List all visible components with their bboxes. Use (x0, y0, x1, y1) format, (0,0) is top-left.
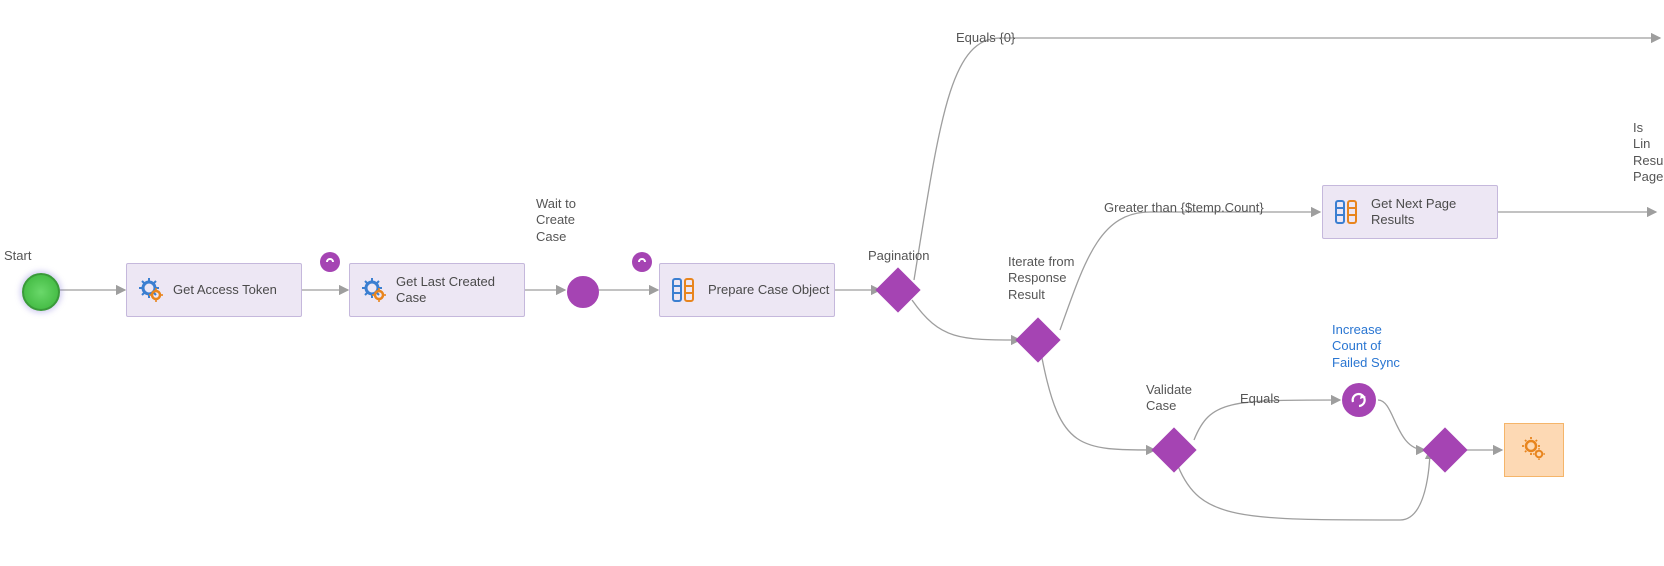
task-get-next-page-results[interactable]: Get Next Page Results (1322, 185, 1498, 239)
validate-label: Validate Case (1146, 382, 1192, 415)
gateway-pagination[interactable] (882, 274, 914, 306)
task-get-access-token[interactable]: Get Access Token (126, 263, 302, 317)
task-orange-action[interactable] (1504, 423, 1564, 477)
edge-label-greater-than: Greater than {$temp.Count} (1104, 200, 1264, 216)
task-label: Prepare Case Object (708, 282, 829, 298)
link-marker-icon (320, 252, 340, 272)
start-label: Start (4, 248, 31, 264)
db-columns-icon (1333, 198, 1363, 226)
gateway-merge[interactable] (1429, 434, 1461, 466)
iterate-label: Iterate from Response Result (1008, 254, 1074, 303)
task-get-last-created-case[interactable]: Get Last Created Case (349, 263, 525, 317)
edge-label-equals: Equals (1240, 391, 1280, 407)
wait-event[interactable] (567, 276, 599, 308)
start-event[interactable] (22, 273, 60, 311)
task-label: Get Last Created Case (396, 274, 524, 307)
task-label: Get Next Page Results (1371, 196, 1497, 229)
task-prepare-case-object[interactable]: Prepare Case Object (659, 263, 835, 317)
gateway-iterate[interactable] (1022, 324, 1054, 356)
link-marker-icon (632, 252, 652, 272)
link-event-increase-count[interactable] (1342, 383, 1376, 417)
cutoff-label: Is Lin Resu Page (1633, 120, 1664, 185)
edge-label-equals-zero: Equals {0} (956, 30, 1015, 46)
task-label: Get Access Token (173, 282, 277, 298)
gear-icon (1520, 435, 1548, 466)
gear-icon (137, 276, 165, 304)
wait-label: Wait to Create Case (536, 196, 576, 245)
pagination-label: Pagination (868, 248, 929, 264)
db-columns-icon (670, 276, 700, 304)
gear-icon (360, 276, 388, 304)
gateway-validate-case[interactable] (1158, 434, 1190, 466)
increase-count-label: Increase Count of Failed Sync (1332, 322, 1400, 371)
workflow-canvas[interactable]: { "labels": { "start": "Start", "getAcce… (0, 0, 1664, 566)
